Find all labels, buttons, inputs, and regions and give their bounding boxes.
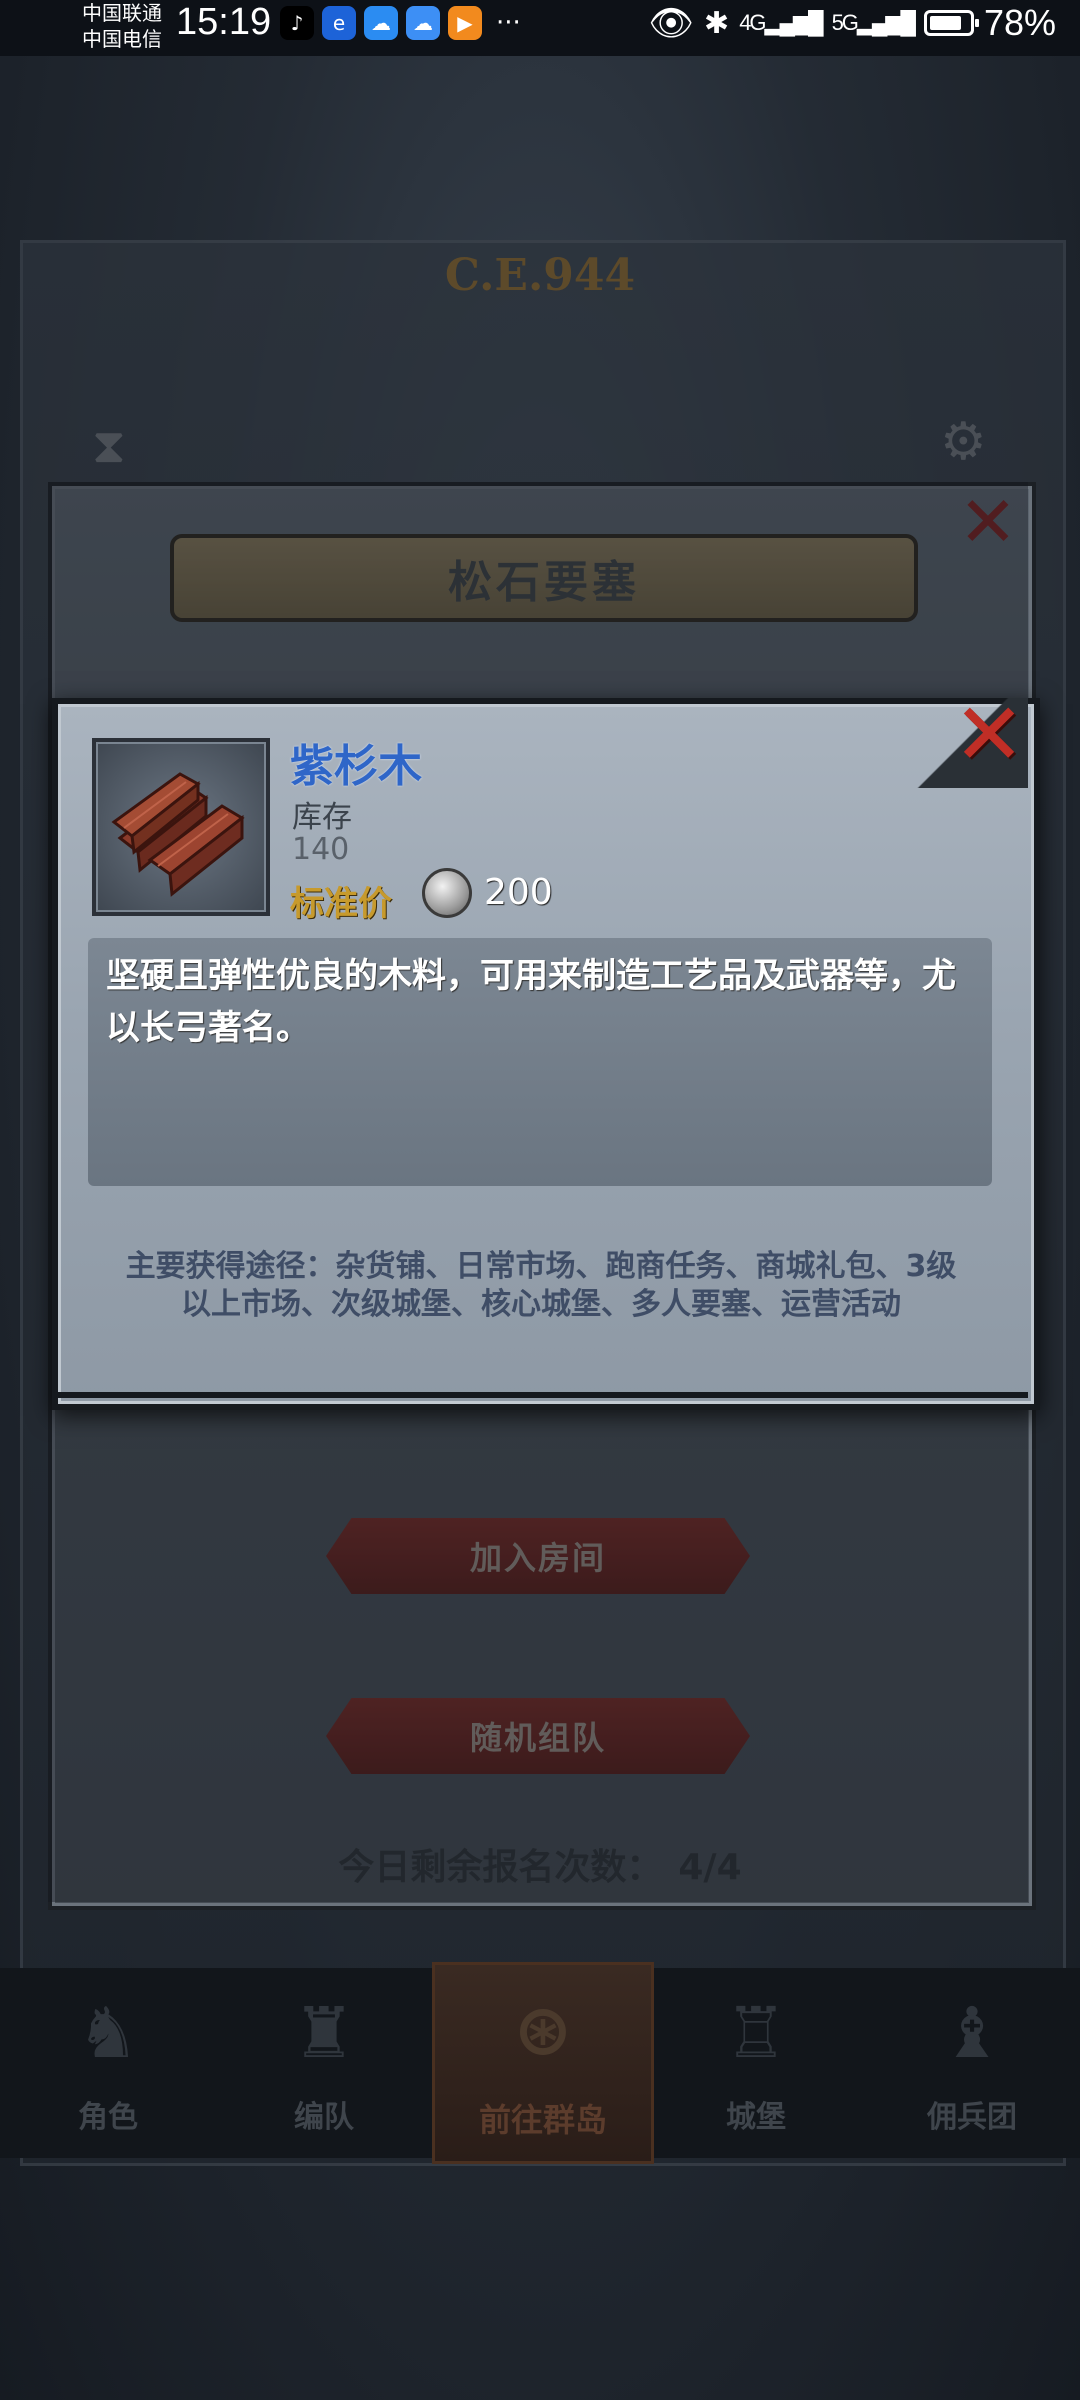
era-label: C.E.944	[444, 250, 636, 301]
panel-title: 松石要塞	[170, 534, 918, 622]
carrier-1: 中国联通	[82, 1, 162, 25]
nav-archipelago[interactable]: ⊛ 前往群岛	[432, 1962, 654, 2164]
popup-close-icon[interactable]: ✕	[946, 692, 1032, 778]
nav-team[interactable]: ♜ 编队	[234, 1968, 414, 2158]
carrier-labels: 中国联通 中国电信	[82, 0, 162, 52]
item-description: 坚硬且弹性优良的木料，可用来制造工艺品及武器等，尤以长弓著名。	[106, 956, 956, 1048]
signal-4g-icon: 4G▂▄▆█	[739, 10, 823, 35]
wood-planks-icon	[111, 772, 245, 897]
stock-value: 140	[292, 832, 350, 867]
price-value: 200	[484, 872, 553, 913]
nav-label: 佣兵团	[927, 2100, 1017, 2135]
silver-coin-icon	[422, 868, 472, 918]
cloud-sync-icon: ☁	[406, 6, 440, 40]
tiktok-icon: ♪	[280, 6, 314, 40]
eye-comfort-icon: 👁	[648, 2, 695, 43]
nav-mercenary[interactable]: ♝ 佣兵团	[882, 1968, 1062, 2158]
remaining-signups: 今日剩余报名次数： 4/4	[0, 1838, 1080, 1890]
system-indicators: 👁 ✱ 4G▂▄▆█ 5G▂▄▆█ 78%	[648, 2, 1056, 44]
nav-character[interactable]: ♞ 角色	[18, 1968, 198, 2158]
nav-label: 城堡	[726, 2100, 786, 2135]
item-name: 紫杉木	[290, 741, 422, 792]
mercenary-icon: ♝	[940, 1992, 1004, 2074]
bluetooth-icon: ✱	[704, 6, 730, 40]
settings-gear-icon: ⚙	[940, 412, 987, 472]
remaining-count: 4/4	[678, 1847, 742, 1888]
item-icon-frame	[92, 738, 270, 916]
status-bar: 中国联通 中国电信 15:19 ♪ e ☁ ☁ ▶ ··· 👁 ✱ 4G▂▄▆█…	[0, 0, 1080, 56]
popup-divider	[52, 1392, 1028, 1398]
join-room-button[interactable]: 加入房间	[326, 1518, 750, 1594]
hourglass-icon: ⧗	[92, 418, 126, 474]
stock-label: 库存	[292, 800, 352, 835]
nav-label: 前往群岛	[478, 2101, 607, 2139]
battery-icon	[923, 10, 979, 36]
remaining-label: 今日剩余报名次数：	[338, 1847, 663, 1888]
clock: 15:19	[176, 1, 272, 43]
archipelago-icon: ⊛	[513, 1989, 573, 2071]
item-sources: 主要获得途径：杂货铺、日常市场、跑商任务、商城礼包、3级以上市场、次级城堡、核心…	[125, 1249, 957, 1322]
video-icon: ▶	[448, 6, 482, 40]
nav-label: 编队	[294, 2100, 354, 2135]
character-icon: ♞	[76, 1992, 140, 2074]
battery-percent: 78%	[983, 2, 1056, 43]
carrier-2: 中国电信	[82, 27, 162, 51]
nav-label: 角色	[78, 2100, 138, 2135]
price-label: 标准价	[290, 884, 392, 924]
panel-close-icon[interactable]: ✕	[948, 481, 1028, 563]
team-icon: ♜	[292, 1992, 356, 2074]
browser-icon: e	[322, 6, 356, 40]
castle-icon: ♖	[724, 1992, 788, 2074]
cloud-icon: ☁	[364, 6, 398, 40]
more-notifications-icon: ···	[496, 8, 521, 38]
signal-5g-icon: 5G▂▄▆█	[831, 10, 916, 35]
random-team-button[interactable]: 随机组队	[326, 1698, 750, 1774]
nav-castle[interactable]: ♖ 城堡	[666, 1968, 846, 2158]
notification-icons: ♪ e ☁ ☁ ▶ ···	[280, 6, 521, 40]
